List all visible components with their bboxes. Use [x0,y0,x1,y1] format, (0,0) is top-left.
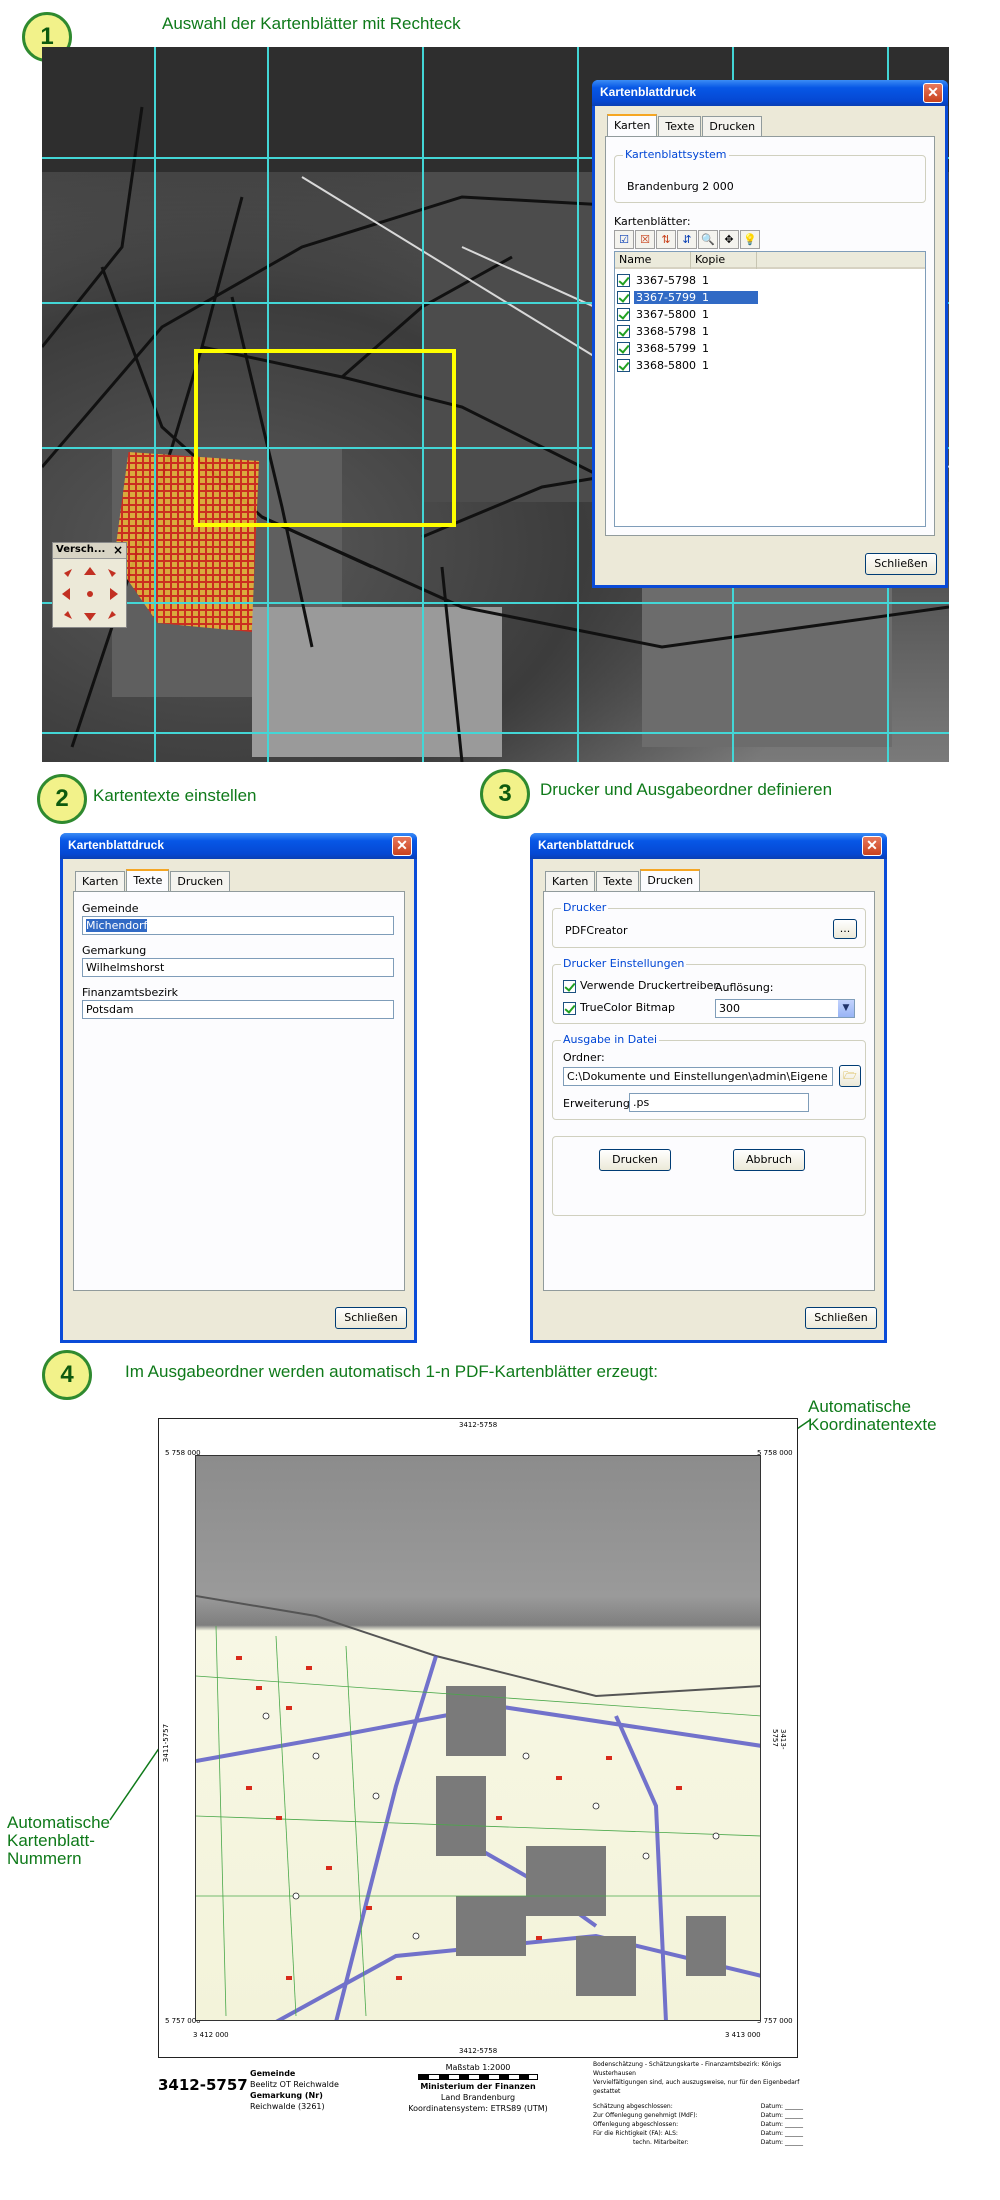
corner-coordinate: 5 758 000 [757,1449,793,1457]
right-block-line: Offenlegung abgeschlossen: Datum: ______ [593,2121,803,2128]
sheet-id: 3412-5757 [158,2076,248,2094]
right-block-line: techn. Mitarbeiter: Datum: ______ [633,2139,803,2146]
sheet-bottom-number: 3412-5758 [459,2047,498,2055]
corner-coordinate: 5 757 000 [757,2017,793,2025]
info-line: Reichwalde (3261) [250,2102,325,2111]
right-block-line: Schätzung abgeschlossen: Datum: ______ [593,2103,803,2110]
right-block-line: Für die Richtigkeit (FA): ALS: Datum: ___… [593,2130,803,2137]
info-line: Beelitz OT Reichwalde [250,2080,339,2089]
sheet-map [195,1455,761,2021]
sheet-top-number: 3412-5758 [459,1421,498,1429]
ministry-text: Ministerium der Finanzen [420,2082,536,2091]
scale-bar [418,2074,538,2080]
corner-coordinate: 3 412 000 [193,2031,229,2039]
right-block-line: Bodenschätzung - Schätzungskarte - Finan… [593,2061,782,2077]
sheet-left-number: 3411-5757 [162,1723,171,1763]
info-line: Gemarkung (Nr) [250,2091,323,2100]
sheet-map-features [196,1595,760,2020]
pdf-sheet: 3412-5758 3412-5758 3411-5757 3413-5757 … [158,1418,798,2058]
right-block-line: Zur Offenlegung genehmigt (MdF): Datum: _… [593,2112,803,2119]
corner-coordinate: 3 413 000 [725,2031,761,2039]
crs-text: Koordinatensystem: ETRS89 (UTM) [408,2104,548,2113]
state-text: Land Brandenburg [440,2093,516,2102]
right-block-line: Vervielfältigungen sind, auch auszugswei… [593,2079,800,2095]
scale-text: Maßstab 1:2000 [445,2063,511,2072]
sheet-right-number: 3413-5757 [771,1729,787,1750]
info-line: Gemeinde [250,2069,296,2078]
sheet-footer: 3412-5757 Gemeinde Beelitz OT Reichwalde… [158,2061,803,2152]
